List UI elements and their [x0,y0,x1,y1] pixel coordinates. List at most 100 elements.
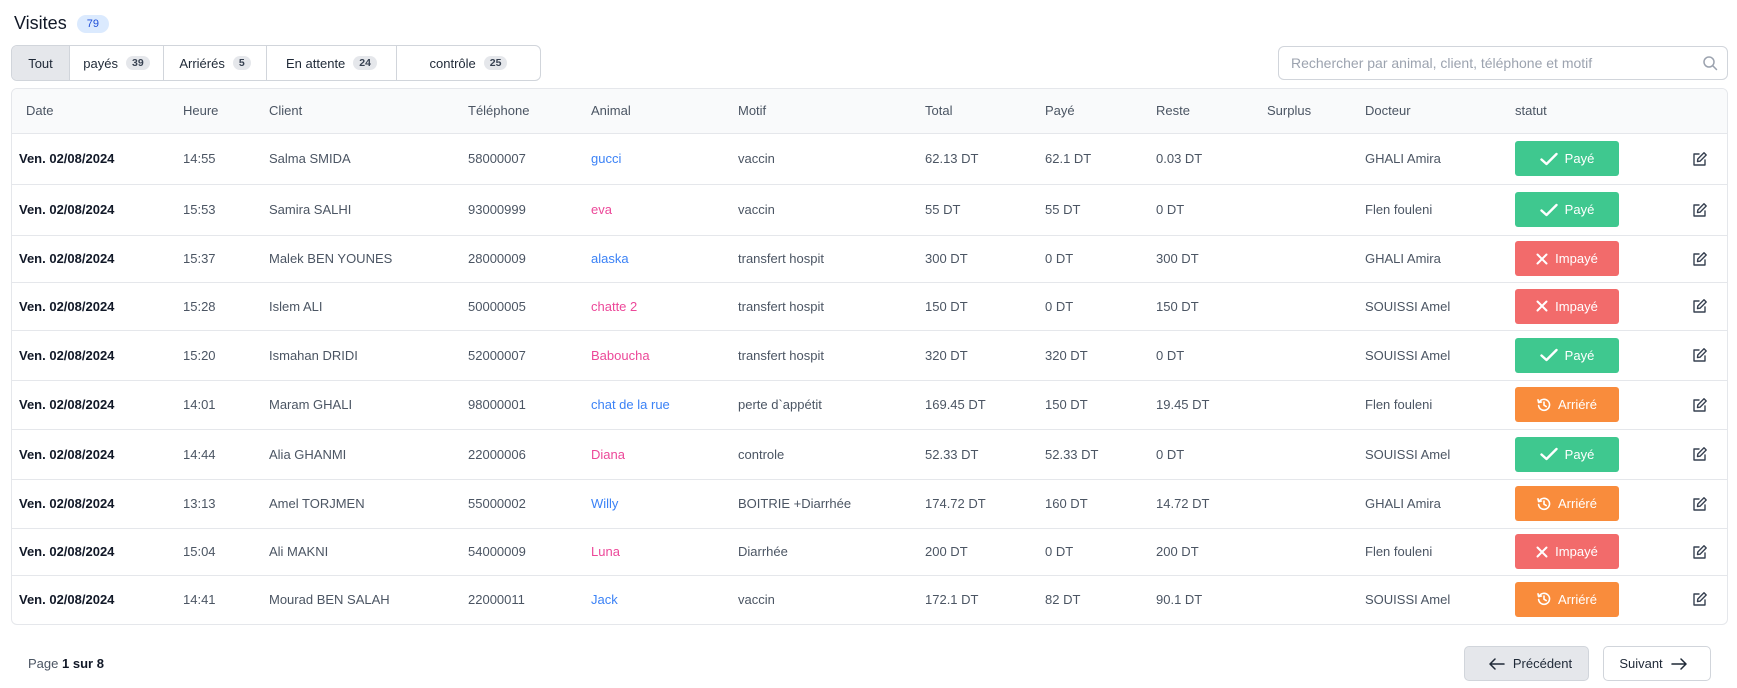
page-sep: sur [72,656,94,671]
table-row[interactable]: Ven. 02/08/2024 14:41 Mourad BEN SALAH 2200… [12,575,1727,623]
status-badge[interactable]: Impayé [1515,288,1619,324]
column-header: Reste [1142,89,1253,134]
status-badge[interactable]: Payé [1515,436,1619,472]
table-cell-actions [1656,575,1727,623]
table-cell-remaining: 14.72 DT [1156,496,1210,511]
search-icon[interactable] [1693,55,1727,71]
table-cell-actions [1656,330,1727,380]
column-header: Date [12,89,169,134]
status-label: Impayé [1555,251,1598,266]
edit-icon [1692,151,1707,166]
status-badge[interactable]: Payé [1515,337,1619,373]
check-icon [1539,447,1558,461]
edit-button[interactable] [1670,298,1727,314]
table-row[interactable]: Ven. 02/08/2024 15:28 Islem ALI 50000005 cha… [12,282,1727,330]
table-cell-actions [1656,184,1727,235]
table-cell-time: 13:13 [183,496,216,511]
table-cell-phone: 50000005 [468,298,526,314]
table-cell-client: Islem ALI [269,298,323,314]
status-badge[interactable]: Impayé [1515,534,1619,569]
table-cell-animal[interactable]: alaska [577,235,724,282]
edit-button[interactable] [1670,591,1727,607]
table-cell-time: 14:55 [183,151,216,166]
table-cell-animal[interactable]: gucci [577,133,724,184]
table-cell-remaining: 90.1 DT [1156,591,1203,607]
page-title: Visites [14,13,67,33]
edit-button[interactable] [1670,347,1727,363]
previous-button[interactable]: Précédent [1464,646,1589,681]
tab-count-badge: 25 [483,56,508,70]
table-cell-total: 55 DT [925,202,961,217]
tab-label: Tout [28,55,53,71]
table-cell-date: Ven. 02/08/2024 [19,591,115,607]
tab-label: contrôle [429,55,476,71]
table-cell-reason: vaccin [738,202,775,217]
next-button[interactable]: Suivant [1603,646,1711,681]
tab-tout[interactable]: Tout [12,46,70,80]
tab-payes[interactable]: payés 39 [70,46,164,80]
tab-controle[interactable]: contrôle 25 [397,46,540,80]
table-cell-surplus [1253,235,1351,282]
table-cell-surplus [1253,330,1351,380]
tab-label: payés [83,55,118,71]
edit-button[interactable] [1670,446,1727,462]
tab-en-attente[interactable]: En attente 24 [267,46,397,80]
table-row[interactable]: Ven. 02/08/2024 15:53 Samira SALHI 93000999… [12,184,1727,235]
table-cell-total: 62.13 DT [925,151,979,166]
table-cell-animal[interactable]: eva [577,184,724,235]
visits-count-badge: 79 [76,14,109,33]
table-row[interactable]: Ven. 02/08/2024 13:13 Amel TORJMEN 55000002… [12,479,1727,528]
table-cell-animal[interactable]: chatte 2 [577,282,724,330]
table-cell-client: Salma SMIDA [269,151,351,166]
edit-button[interactable] [1670,251,1727,267]
table-row[interactable]: Ven. 02/08/2024 14:44 Alia GHANMI 22000006 D… [12,429,1727,479]
filter-tabs: Tout payés 39 Arriérés 5 En attente 24 c… [11,45,541,81]
edit-button[interactable] [1670,202,1727,218]
status-label: Arriéré [1557,496,1597,511]
table-cell-client: Amel TORJMEN [269,496,365,511]
tab-arrieres[interactable]: Arriérés 5 [164,46,267,80]
table-cell-total: 172.1 DT [925,591,979,607]
edit-button[interactable] [1670,397,1727,413]
table-cell-animal[interactable]: Diana [577,429,724,479]
column-header: Client [255,89,454,134]
edit-button[interactable] [1670,544,1727,560]
table-cell-time: 15:37 [183,251,216,266]
edit-icon [1692,592,1707,606]
table-cell-animal[interactable]: Willy [577,479,724,528]
table-cell-time: 15:20 [183,347,216,363]
table-cell-status: Impayé [1501,235,1656,282]
table-row[interactable]: Ven. 02/08/2024 15:37 Malek BEN YOUNES 2800… [12,235,1727,282]
pagination-info: Page 1 sur 8 [28,656,104,671]
search-box [1278,46,1728,80]
status-badge[interactable]: Impayé [1515,241,1619,276]
table-cell-phone: 58000007 [468,151,526,166]
status-badge[interactable]: Arriéré [1515,387,1619,422]
column-header: Total [911,89,1031,134]
edit-icon [1692,202,1707,217]
table-cell-doctor: SOUISSI Amel [1365,298,1451,314]
table-row[interactable]: Ven. 02/08/2024 14:01 Maram GHALI 98000001 c… [12,380,1727,429]
status-badge[interactable]: Arriéré [1515,581,1619,617]
next-label: Suivant [1619,656,1663,671]
status-label: Payé [1564,202,1595,217]
table-cell-date: Ven. 02/08/2024 [19,298,115,314]
table-row[interactable]: Ven. 02/08/2024 15:04 Ali MAKNI 54000009 Lun… [12,528,1727,575]
status-badge[interactable]: Payé [1515,141,1619,176]
status-badge[interactable]: Payé [1515,192,1619,227]
edit-button[interactable] [1670,496,1727,512]
table-cell-animal[interactable]: Baboucha [577,330,724,380]
table-cell-animal[interactable]: Jack [577,575,724,623]
table-cell-paid: 160 DT [1045,496,1088,511]
table-row[interactable]: Ven. 02/08/2024 15:20 Ismahan DRIDI 5200000… [12,330,1727,380]
table-cell-animal[interactable]: chat de la rue [577,380,724,429]
status-badge[interactable]: Arriéré [1515,486,1619,521]
table-cell-animal[interactable]: Luna [577,528,724,575]
table-row[interactable]: Ven. 02/08/2024 14:55 Salma SMIDA 58000007 g… [12,133,1727,184]
table-cell-status: Arriéré [1501,575,1656,623]
search-input[interactable] [1279,55,1693,71]
table-cell-status: Payé [1501,429,1656,479]
edit-button[interactable] [1670,151,1727,167]
table-cell-date: Ven. 02/08/2024 [19,151,115,166]
table-cell-total: 52.33 DT [925,446,979,462]
